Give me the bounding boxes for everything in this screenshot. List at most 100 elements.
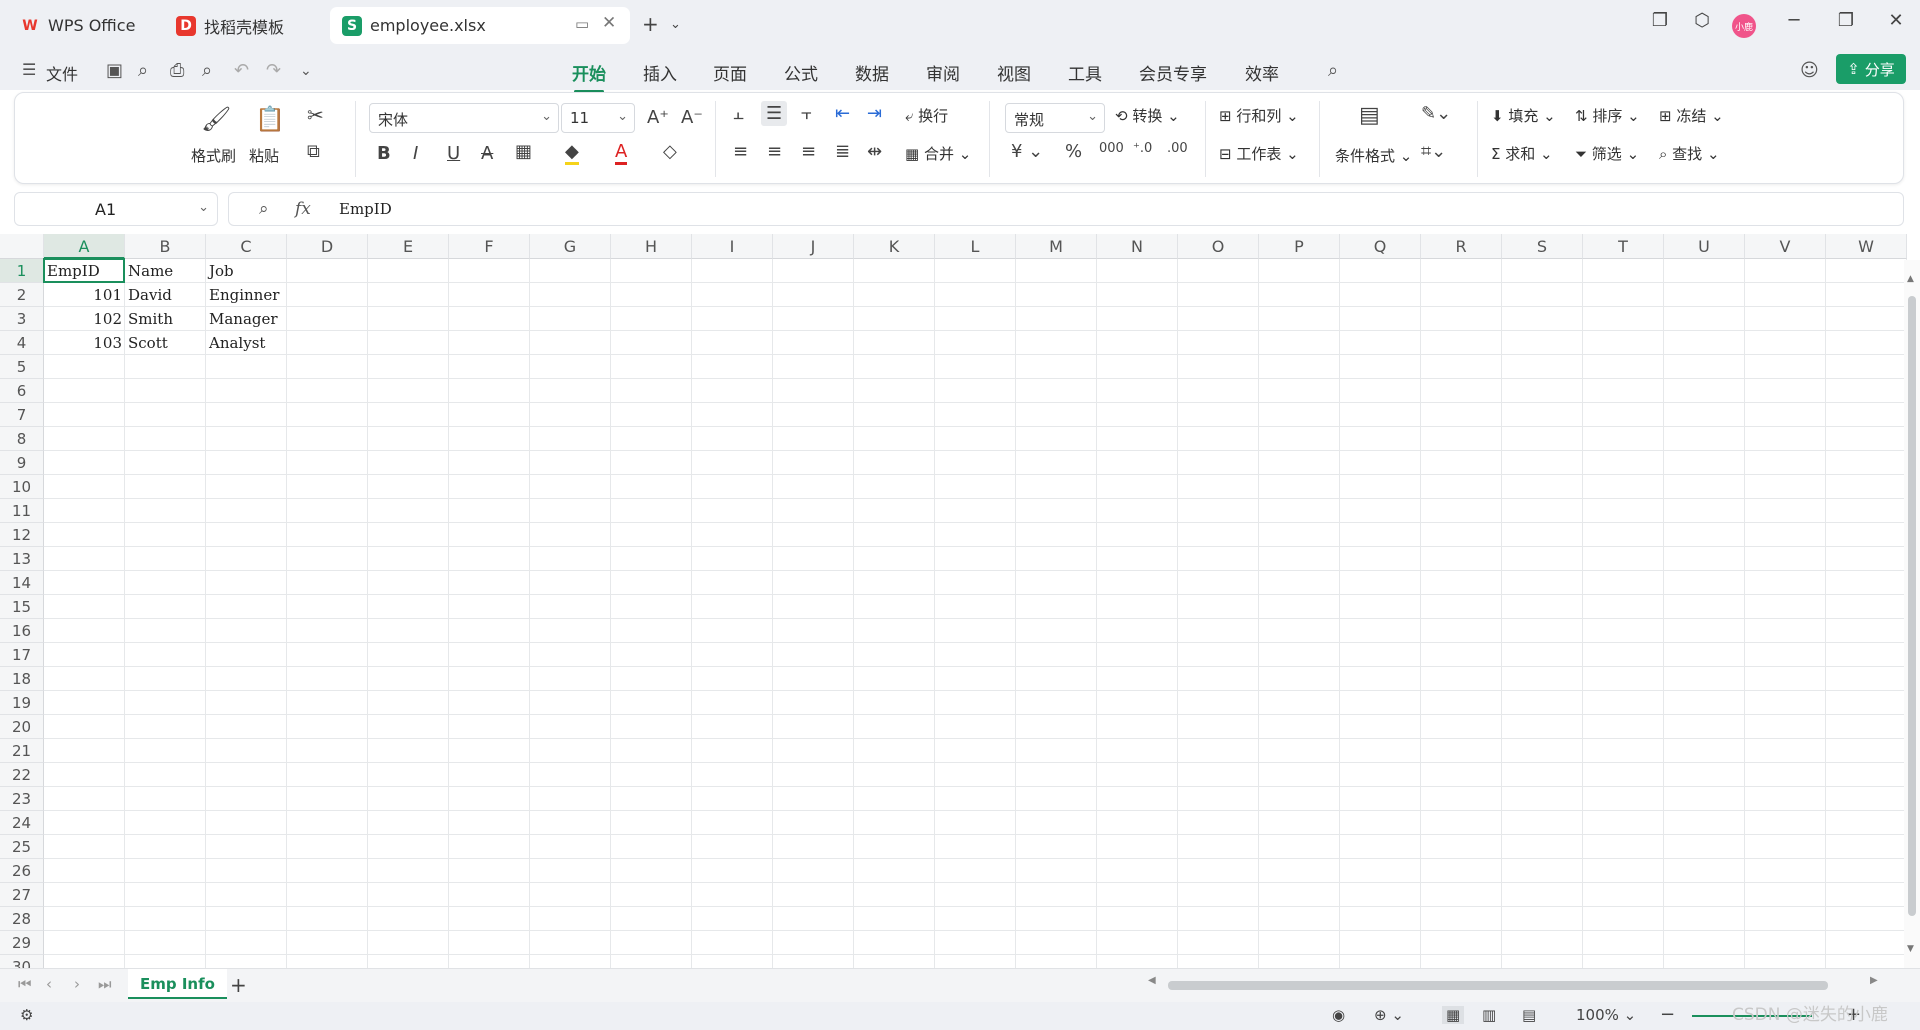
zoom-out-icon[interactable]: − — [1660, 1004, 1675, 1025]
thousands-icon[interactable]: 000 — [1099, 141, 1124, 156]
row-header-23[interactable]: 23 — [0, 787, 44, 811]
fill-color-icon[interactable]: ◆ — [565, 141, 579, 165]
eye-protection-icon[interactable]: ◉ — [1332, 1006, 1345, 1024]
row-header-25[interactable]: 25 — [0, 835, 44, 859]
column-header-m[interactable]: M — [1016, 234, 1097, 259]
tab-employee-xlsx[interactable]: S employee.xlsx ▭ ✕ — [330, 7, 630, 44]
menu-item-review[interactable]: 审阅 — [926, 60, 960, 85]
rows-cols-button[interactable]: ⊞ 行和列 ⌄ — [1219, 105, 1299, 126]
column-header-w[interactable]: W — [1826, 234, 1907, 259]
row-header-29[interactable]: 29 — [0, 931, 44, 955]
convert-button[interactable]: ⟲ 转换 ⌄ — [1115, 105, 1180, 126]
copy-icon[interactable]: ⧉ — [307, 141, 320, 162]
format-painter-icon[interactable]: 🖌 — [201, 105, 231, 133]
view-mode-icon[interactable]: ⊕ ⌄ — [1374, 1006, 1404, 1024]
bold-icon[interactable]: B — [377, 143, 391, 164]
freeze-button[interactable]: ⊞ 冻结 ⌄ — [1659, 105, 1724, 126]
justify-icon[interactable]: ≣ — [835, 141, 850, 162]
cell-b3[interactable]: Smith — [125, 307, 206, 331]
tab-docer-templates[interactable]: D 找稻壳模板 — [164, 7, 324, 44]
column-header-i[interactable]: I — [692, 234, 773, 259]
restore-icon[interactable]: ❐ — [1834, 10, 1858, 31]
format-painter-button[interactable]: 格式刷 — [191, 145, 236, 166]
fill-button[interactable]: ⬇ 填充 ⌄ — [1491, 105, 1556, 126]
clear-format-icon[interactable]: ◇ — [663, 141, 677, 162]
sort-button[interactable]: ⇅ 排序 ⌄ — [1575, 105, 1640, 126]
percent-icon[interactable]: % — [1065, 141, 1082, 162]
align-top-icon[interactable]: ⫠ — [733, 103, 744, 124]
cell-a4[interactable]: 103 — [44, 331, 125, 355]
row-header-12[interactable]: 12 — [0, 523, 44, 547]
menu-item-tools[interactable]: 工具 — [1068, 60, 1102, 85]
strikethrough-icon[interactable]: A — [481, 143, 493, 164]
align-right-icon[interactable]: ≡ — [801, 141, 816, 162]
normal-view-icon[interactable]: ▦ — [1442, 1006, 1465, 1024]
cut-icon[interactable]: ✂ — [307, 103, 324, 127]
horizontal-scroll-thumb[interactable] — [1168, 981, 1828, 990]
first-sheet-icon[interactable]: ⏮ — [18, 975, 32, 993]
column-header-k[interactable]: K — [854, 234, 935, 259]
vertical-scrollbar[interactable]: ▲ ▼ — [1904, 260, 1920, 968]
decimal-decrease-icon[interactable]: .00 — [1167, 141, 1188, 156]
menu-item-member[interactable]: 会员专享 — [1139, 60, 1207, 85]
column-header-d[interactable]: D — [287, 234, 368, 259]
align-center-icon[interactable]: ≡ — [767, 141, 782, 162]
column-header-e[interactable]: E — [368, 234, 449, 259]
worksheet-button[interactable]: ⊟ 工作表 ⌄ — [1219, 143, 1299, 164]
indent-decrease-icon[interactable]: ⇤ — [835, 103, 850, 124]
macro-icon[interactable]: ⚙ — [20, 1006, 33, 1024]
align-left-icon[interactable]: ≡ — [733, 141, 748, 162]
cell-c3[interactable]: Manager — [206, 307, 287, 331]
zoom-level[interactable]: 100% ⌄ — [1576, 1006, 1636, 1024]
row-header-10[interactable]: 10 — [0, 475, 44, 499]
column-header-f[interactable]: F — [449, 234, 530, 259]
align-middle-icon[interactable]: ☰ — [761, 101, 788, 126]
menu-hamburger-icon[interactable]: ☰ — [22, 60, 36, 79]
row-header-14[interactable]: 14 — [0, 571, 44, 595]
column-header-l[interactable]: L — [935, 234, 1016, 259]
name-box[interactable]: A1 ⌄ — [14, 192, 218, 226]
cell-b1[interactable]: Name — [125, 259, 206, 283]
formula-input[interactable]: ⌕ fx EmpID — [228, 192, 1904, 226]
row-header-8[interactable]: 8 — [0, 427, 44, 451]
underline-icon[interactable]: U — [447, 143, 460, 164]
row-header-4[interactable]: 4 — [0, 331, 44, 355]
border-icon[interactable]: ▦ — [515, 141, 532, 162]
search-icon[interactable]: ⌕ — [1328, 60, 1338, 81]
quick-access-chevron-icon[interactable]: ⌄ — [300, 63, 312, 79]
column-header-s[interactable]: S — [1502, 234, 1583, 259]
vertical-scroll-thumb[interactable] — [1908, 296, 1916, 916]
column-header-n[interactable]: N — [1097, 234, 1178, 259]
decimal-increase-icon[interactable]: ⁺.0 — [1133, 141, 1152, 156]
cell-a2[interactable]: 101 — [44, 283, 125, 307]
wrap-text-button[interactable]: ⤶ 换行 — [905, 105, 948, 126]
crop-icon[interactable]: ⌗⌄ — [1421, 141, 1446, 162]
scroll-down-icon[interactable]: ▼ — [1907, 944, 1914, 954]
menu-item-data[interactable]: 数据 — [855, 60, 889, 85]
column-header-q[interactable]: Q — [1340, 234, 1421, 259]
row-header-13[interactable]: 13 — [0, 547, 44, 571]
menu-item-view[interactable]: 视图 — [997, 60, 1031, 85]
column-header-h[interactable]: H — [611, 234, 692, 259]
decrease-font-icon[interactable]: A⁻ — [681, 107, 703, 128]
sheet-tab-emp-info[interactable]: Emp Info — [128, 969, 227, 999]
fx-icon[interactable]: fx — [295, 199, 311, 219]
close-window-icon[interactable]: ✕ — [1884, 10, 1908, 31]
print-preview-icon[interactable]: ⌕ — [202, 60, 212, 81]
redo-icon[interactable]: ↷ — [266, 60, 281, 81]
row-header-16[interactable]: 16 — [0, 619, 44, 643]
row-header-28[interactable]: 28 — [0, 907, 44, 931]
column-header-u[interactable]: U — [1664, 234, 1745, 259]
avatar[interactable]: 小鹿 — [1732, 14, 1756, 38]
column-header-c[interactable]: C — [206, 234, 287, 259]
column-header-a[interactable]: A — [44, 234, 125, 259]
column-header-j[interactable]: J — [773, 234, 854, 259]
row-header-26[interactable]: 26 — [0, 859, 44, 883]
row-header-21[interactable]: 21 — [0, 739, 44, 763]
tab-wps-office[interactable]: W WPS Office — [8, 7, 154, 44]
paste-icon[interactable]: 📋 — [255, 105, 285, 133]
print-icon[interactable]: ⎙ — [170, 60, 184, 81]
italic-icon[interactable]: I — [413, 143, 418, 164]
undo-icon[interactable]: ↶ — [234, 60, 249, 81]
cell-b4[interactable]: Scott — [125, 331, 206, 355]
